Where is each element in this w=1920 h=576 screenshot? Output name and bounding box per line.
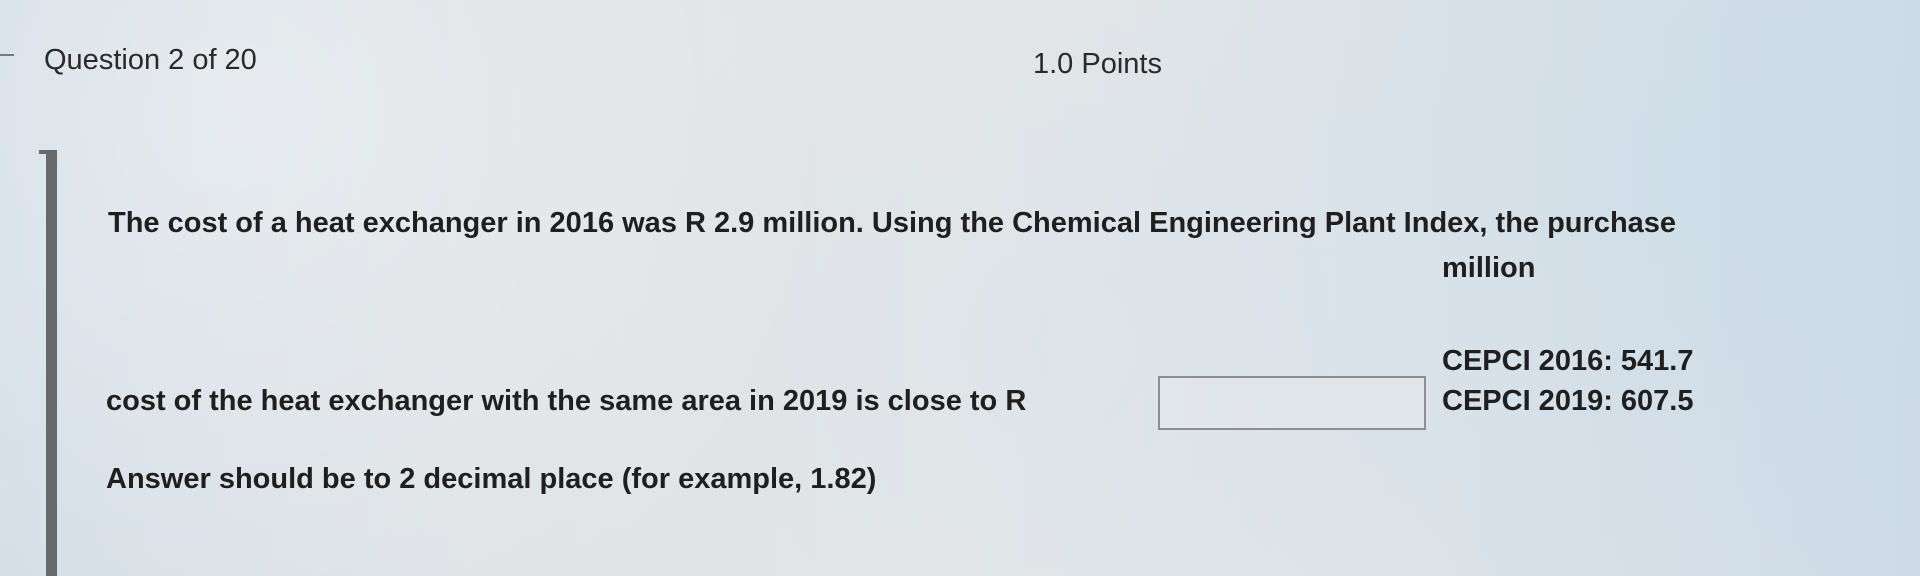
question-text-line2: cost of the heat exchanger with the same… <box>106 385 1027 417</box>
cepci-2019-label: CEPCI 2019: 607.5 <box>1442 385 1694 417</box>
top-divider <box>0 54 14 56</box>
cepci-2016-label: CEPCI 2016: 541.7 <box>1442 345 1694 377</box>
answer-input[interactable] <box>1158 376 1426 430</box>
question-accent-bar <box>46 150 57 576</box>
answer-instruction: Answer should be to 2 decimal place (for… <box>106 463 877 495</box>
question-text-line1: The cost of a heat exchanger in 2016 was… <box>108 207 1677 239</box>
question-points: 1.0 Points <box>1033 48 1162 80</box>
question-accent-tick <box>39 150 46 154</box>
question-counter: Question 2 of 20 <box>44 44 257 76</box>
question-text-million: million <box>1442 252 1536 284</box>
